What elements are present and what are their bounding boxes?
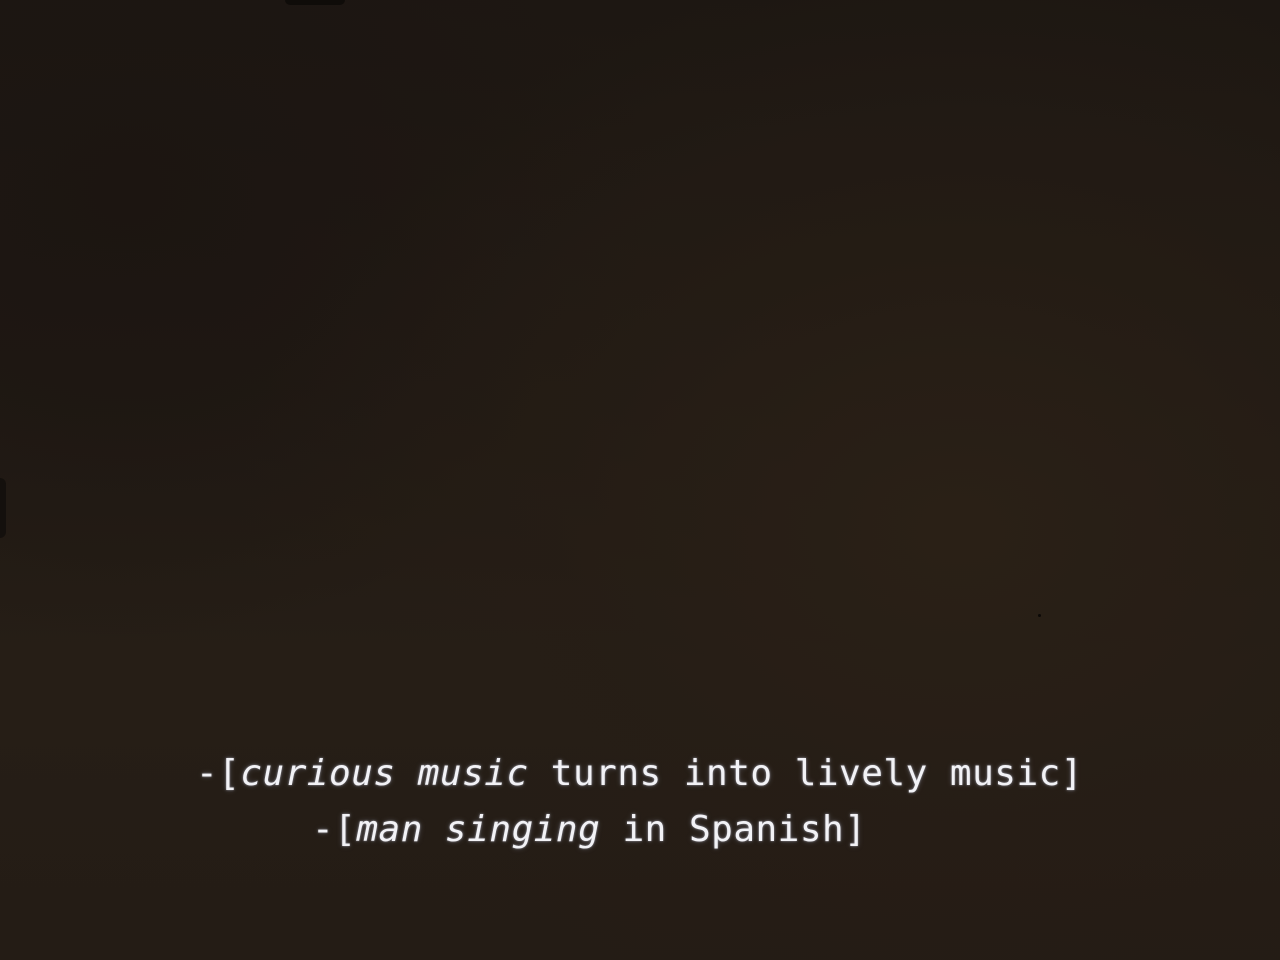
dark-smudge-top: [285, 0, 345, 5]
subtitle-line-1-italic: curious music: [240, 753, 529, 794]
screen-speck: [1038, 614, 1041, 617]
subtitle-line-2-rest: in Spanish]: [600, 809, 867, 850]
dark-smudge-left: [0, 478, 6, 538]
subtitle-line-2: -[man singing in Spanish]: [312, 808, 866, 852]
subtitle-line-1: -[curious music turns into lively music]: [196, 752, 1083, 796]
subtitle-line-1-rest: turns into lively music]: [528, 753, 1083, 794]
subtitle-line-1-prefix: -[: [196, 753, 241, 794]
subtitle-line-2-prefix: -[: [312, 809, 357, 850]
projection-screen: { "subtitles": { "line_1": { "prefix": "…: [0, 0, 1280, 960]
subtitle-line-2-italic: man singing: [356, 809, 601, 850]
